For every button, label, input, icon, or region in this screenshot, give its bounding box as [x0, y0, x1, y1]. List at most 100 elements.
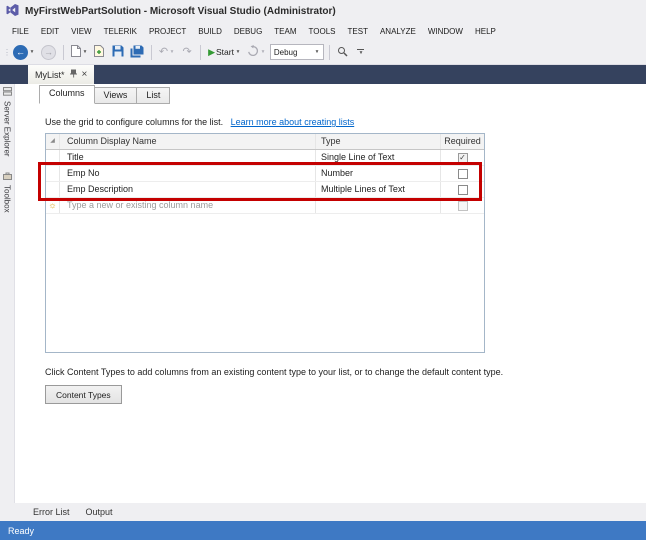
toolbar-separator: [150, 44, 152, 60]
pin-icon[interactable]: [69, 69, 77, 80]
columns-grid: ◢ Column Display Name Type Required Titl…: [45, 133, 485, 353]
sort-corner-icon: ◢: [50, 138, 55, 144]
column-name-cell[interactable]: Emp Description: [60, 182, 316, 197]
standard-toolbar: ⋮⋮ ← ▼ → ▼ ↶ ▼ ↷ ▶ Start ▼ ▼ Debug ▼: [0, 40, 646, 65]
new-project-button[interactable]: ▼: [69, 43, 90, 61]
new-project-caret-icon: ▼: [82, 49, 88, 55]
sidebar-tab-label: Toolbox: [2, 184, 12, 213]
play-icon: ▶: [208, 46, 215, 57]
tab-views[interactable]: Views: [93, 87, 138, 104]
new-required-cell: ✓: [441, 198, 484, 213]
required-checkbox[interactable]: ✓: [457, 152, 468, 163]
tab-error-list[interactable]: Error List: [28, 505, 75, 519]
column-type-cell[interactable]: Single Line of Text: [316, 150, 441, 165]
header-required[interactable]: Required: [441, 134, 484, 149]
row-header[interactable]: [46, 150, 60, 165]
close-tab-icon[interactable]: ×: [82, 70, 88, 80]
new-column-name-cell: [60, 198, 316, 213]
navigate-back-button[interactable]: ← ▼: [11, 43, 37, 61]
required-cell: ✓: [441, 150, 484, 165]
overflow-caret-icon: ▼: [358, 50, 364, 55]
forward-arrow-icon: →: [40, 44, 56, 60]
undo-button[interactable]: ↶ ▼: [157, 43, 177, 61]
overflow-bar-icon: [357, 48, 365, 50]
redo-button[interactable]: ↷: [179, 43, 195, 61]
toolbar-separator: [200, 44, 202, 60]
check-icon: ✓: [459, 152, 466, 162]
bottom-tool-tab-strip: Error List Output: [14, 503, 118, 521]
new-row-icon: ☼: [48, 200, 57, 210]
toolbar-drag-handle[interactable]: ⋮⋮: [3, 48, 9, 57]
menu-item-test[interactable]: TEST: [342, 27, 374, 36]
menu-item-team[interactable]: TEAM: [268, 27, 302, 36]
find-in-files-button[interactable]: [335, 43, 351, 61]
save-button[interactable]: [110, 43, 126, 61]
menu-item-help[interactable]: HELP: [469, 27, 502, 36]
back-arrow-icon: ←: [13, 44, 28, 60]
new-file-icon: [70, 45, 81, 59]
row-header[interactable]: [46, 166, 60, 181]
new-column-type-cell[interactable]: [316, 198, 441, 213]
navigate-forward-button[interactable]: →: [39, 43, 58, 61]
required-cell: ✓: [441, 182, 484, 197]
toolbox-icon: [2, 171, 12, 182]
menu-item-window[interactable]: WINDOW: [422, 27, 469, 36]
content-types-instructions: Click Content Types to add columns from …: [45, 367, 504, 377]
column-name-cell[interactable]: Emp No: [60, 166, 316, 181]
toolbar-overflow-button[interactable]: ▼: [353, 43, 369, 61]
header-type[interactable]: Type: [316, 134, 441, 149]
new-column-row: ☼ ✓: [46, 198, 484, 214]
add-new-item-button[interactable]: [92, 43, 108, 61]
tab-list[interactable]: List: [136, 87, 171, 104]
start-debugging-button[interactable]: ▶ Start ▼: [206, 43, 243, 61]
sidebar-tab-toolbox[interactable]: Toolbox: [2, 171, 12, 213]
refresh-button[interactable]: ▼: [245, 43, 268, 61]
status-text: Ready: [8, 525, 35, 536]
start-label: Start: [216, 47, 234, 57]
refresh-caret-icon: ▼: [260, 49, 266, 55]
required-cell: ✓: [441, 166, 484, 181]
grid-header-row: ◢ Column Display Name Type Required: [46, 134, 484, 150]
sidebar-tab-server-explorer[interactable]: Server Explorer: [2, 87, 12, 157]
list-designer: Columns Views List Use the grid to confi…: [14, 84, 646, 503]
menu-item-build[interactable]: BUILD: [192, 27, 228, 36]
menu-item-project[interactable]: PROJECT: [143, 27, 192, 36]
refresh-icon: [247, 45, 259, 59]
grid-instructions: Use the grid to configure columns for th…: [45, 117, 354, 127]
tab-output[interactable]: Output: [81, 505, 118, 519]
document-tab-label: MyList*: [35, 69, 65, 80]
learn-more-link[interactable]: Learn more about creating lists: [231, 117, 355, 127]
required-checkbox[interactable]: ✓: [457, 168, 468, 179]
column-type-cell[interactable]: Multiple Lines of Text: [316, 182, 441, 197]
toolbar-separator: [62, 44, 64, 60]
document-tab-mylist[interactable]: MyList* ×: [28, 65, 95, 84]
menu-item-tools[interactable]: TOOLS: [303, 27, 342, 36]
menu-item-telerik[interactable]: TELERIK: [98, 27, 143, 36]
menu-item-debug[interactable]: DEBUG: [228, 27, 268, 36]
content-types-button[interactable]: Content Types: [45, 385, 122, 404]
add-item-icon: [94, 45, 105, 59]
tab-columns[interactable]: Columns: [39, 85, 95, 104]
table-row: Title Single Line of Text ✓: [46, 150, 484, 166]
save-floppy-icon: [112, 45, 124, 59]
debug-dropdown-caret-icon: ▼: [314, 49, 320, 55]
select-all-corner[interactable]: ◢: [46, 134, 60, 149]
row-header[interactable]: [46, 182, 60, 197]
menu-item-view[interactable]: VIEW: [65, 27, 97, 36]
menu-item-analyze[interactable]: ANALYZE: [374, 27, 422, 36]
column-type-cell[interactable]: Number: [316, 166, 441, 181]
header-column-display-name[interactable]: Column Display Name: [60, 134, 316, 149]
visual-studio-logo: [6, 4, 19, 18]
undo-icon: ↶: [158, 45, 169, 58]
new-row-header: ☼: [46, 198, 60, 213]
required-checkbox[interactable]: ✓: [457, 184, 468, 195]
undo-dropdown-caret-icon: ▼: [169, 49, 175, 55]
menu-item-edit[interactable]: EDIT: [35, 27, 65, 36]
new-required-checkbox[interactable]: ✓: [457, 200, 468, 211]
save-all-button[interactable]: [128, 43, 146, 61]
column-name-cell[interactable]: Title: [60, 150, 316, 165]
menu-item-file[interactable]: FILE: [6, 27, 35, 36]
new-column-name-input[interactable]: [67, 198, 307, 212]
server-explorer-icon: [2, 87, 12, 98]
debug-target-dropdown[interactable]: Debug ▼: [269, 44, 324, 60]
